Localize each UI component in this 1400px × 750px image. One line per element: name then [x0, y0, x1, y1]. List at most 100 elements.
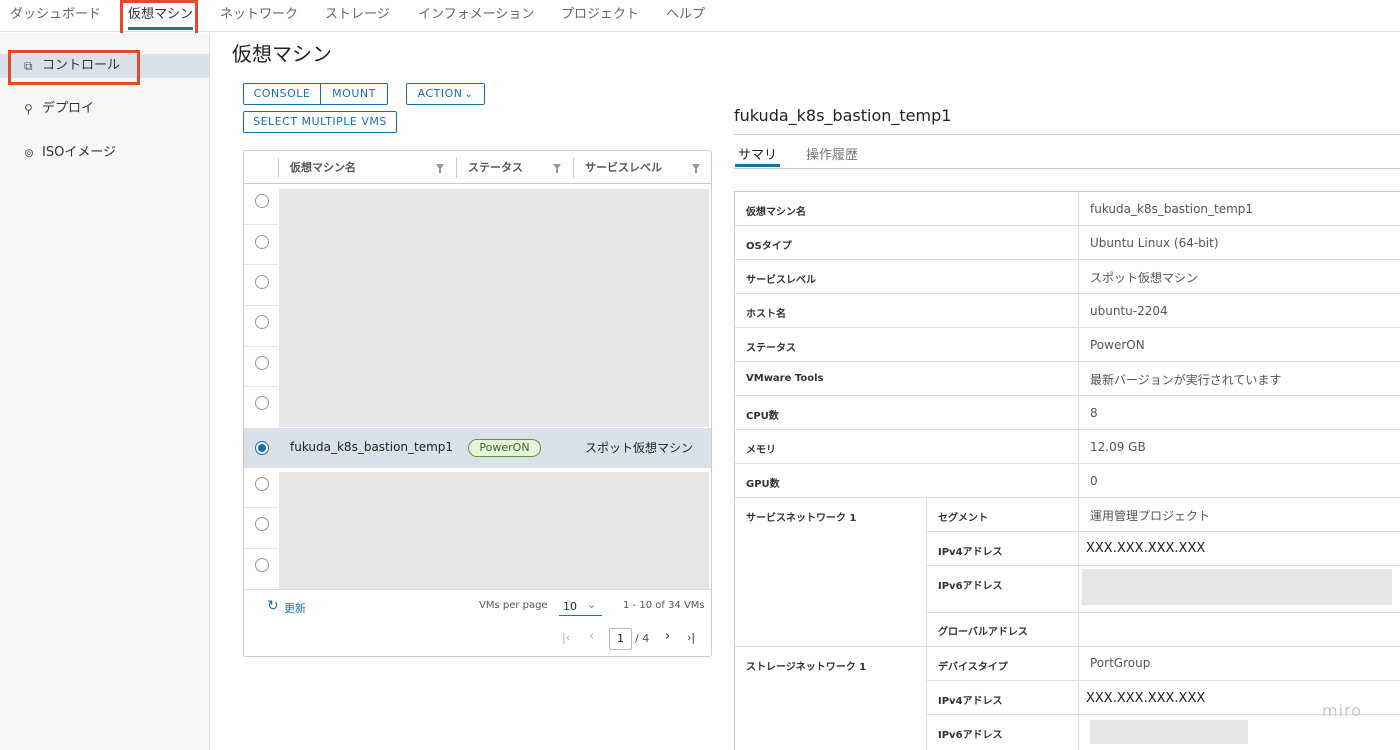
tab-information[interactable]: インフォメーション — [418, 0, 534, 32]
field-label: VMware Tools — [746, 373, 824, 384]
field-value: Ubuntu Linux (64-bit) — [1090, 236, 1219, 250]
sidebar-item-label: ISOイメージ — [42, 145, 117, 160]
copy-icon: ⧉ — [24, 59, 33, 73]
row-divider — [735, 497, 1400, 498]
field-value: XXX.XXX.XXX.XXX — [1086, 691, 1206, 706]
vm-grid: 仮想マシン名 ステータス サービスレベル fukuda_k8s_bastion_… — [243, 150, 712, 657]
tab-summary[interactable]: サマリ — [734, 144, 781, 167]
field-label: サービスレベル — [746, 275, 816, 286]
page-title: 仮想マシン — [232, 42, 332, 66]
sidebar-item-deploy[interactable]: ⚲ デプロイ — [0, 97, 209, 121]
row-divider — [244, 346, 278, 347]
mount-button[interactable]: MOUNT — [321, 84, 387, 104]
field-value: ubuntu-2204 — [1090, 304, 1168, 318]
service-level: スポット仮想マシン — [585, 441, 694, 455]
next-page-icon[interactable]: › — [665, 629, 670, 644]
first-page-icon[interactable]: |‹ — [562, 631, 570, 644]
console-mount-group: CONSOLE MOUNT — [243, 83, 388, 105]
column-divider — [926, 497, 927, 750]
filter-icon[interactable] — [553, 164, 561, 173]
column-header-status[interactable]: ステータス — [468, 151, 523, 184]
console-button[interactable]: CONSOLE — [244, 84, 320, 104]
row-radio[interactable] — [255, 517, 269, 531]
field-label: OSタイプ — [746, 241, 792, 252]
prev-page-icon[interactable]: ‹ — [589, 629, 594, 644]
field-label: GPU数 — [746, 479, 780, 490]
row-divider — [926, 612, 1400, 613]
sidebar: ⧉ コントロール ⚲ デプロイ ⊚ ISOイメージ — [0, 33, 210, 750]
filter-icon[interactable] — [692, 164, 700, 173]
tab-help[interactable]: ヘルプ — [666, 0, 705, 32]
field-value: PowerON — [1090, 338, 1145, 352]
header-separator — [456, 158, 457, 178]
field-label: IPv6アドレス — [938, 581, 1003, 592]
row-divider — [735, 361, 1400, 362]
field-value: 0 — [1090, 474, 1098, 488]
tab-project[interactable]: プロジェクト — [561, 0, 639, 32]
row-radio[interactable] — [255, 275, 269, 289]
filter-icon[interactable] — [436, 164, 444, 173]
sidebar-item-label: デプロイ — [42, 101, 95, 116]
field-value: スポット仮想マシン — [1090, 271, 1199, 285]
disc-icon: ⊚ — [24, 146, 35, 160]
row-radio[interactable] — [255, 396, 269, 410]
detail-title: fukuda_k8s_bastion_temp1 — [734, 106, 952, 125]
column-divider — [1078, 192, 1079, 750]
range-text: 1 - 10 of 34 VMs — [623, 600, 705, 611]
field-label: 仮想マシン名 — [746, 207, 806, 218]
row-divider — [735, 429, 1400, 430]
header-separator — [573, 158, 574, 178]
divider — [734, 134, 1400, 135]
page-input[interactable]: 1 — [609, 628, 632, 650]
field-label: CPU数 — [746, 411, 779, 422]
row-radio[interactable] — [255, 194, 269, 208]
summary-table: 仮想マシン名 fukuda_k8s_bastion_temp1 OSタイプ Ub… — [734, 191, 1400, 750]
field-label: ステータス — [746, 343, 796, 354]
sidebar-item-label: コントロール — [42, 58, 121, 73]
row-divider — [735, 293, 1400, 294]
refresh-icon[interactable]: ↻ — [267, 598, 279, 614]
row-radio[interactable] — [255, 477, 269, 491]
tab-vm[interactable]: 仮想マシン — [128, 0, 194, 32]
chevron-down-icon: ⌄ — [464, 89, 474, 100]
row-divider — [735, 463, 1400, 464]
per-page-select[interactable]: 10 ⌄ — [559, 598, 602, 616]
action-button[interactable]: ACTION ⌄ — [406, 83, 485, 105]
last-page-icon[interactable]: ›| — [687, 631, 695, 644]
tab-history[interactable]: 操作履歴 — [806, 144, 858, 163]
redacted-rows — [279, 189, 709, 427]
column-header-vm-name[interactable]: 仮想マシン名 — [290, 151, 356, 184]
sidebar-item-iso[interactable]: ⊚ ISOイメージ — [0, 141, 209, 165]
select-multiple-vms-button[interactable]: SELECT MULTIPLE VMS — [243, 111, 397, 133]
per-page-value: 10 — [563, 600, 577, 613]
row-radio-selected[interactable] — [255, 441, 269, 455]
sidebar-item-control[interactable]: ⧉ コントロール — [0, 54, 209, 78]
tab-storage[interactable]: ストレージ — [325, 0, 390, 32]
section-label-service-network: サービスネットワーク 1 — [746, 513, 857, 524]
row-radio[interactable] — [255, 315, 269, 329]
row-divider — [735, 259, 1400, 260]
row-radio[interactable] — [255, 356, 269, 370]
row-radio[interactable] — [255, 235, 269, 249]
header-separator — [278, 158, 279, 178]
row-divider — [244, 264, 278, 265]
field-label: IPv4アドレス — [938, 547, 1003, 558]
row-divider — [244, 305, 278, 306]
refresh-button[interactable]: 更新 — [284, 600, 306, 616]
field-label: メモリ — [746, 445, 776, 456]
row-divider — [735, 395, 1400, 396]
field-label: デバイスタイプ — [938, 662, 1008, 673]
table-row-selected[interactable]: fukuda_k8s_bastion_temp1 PowerON スポット仮想マ… — [244, 428, 711, 468]
field-value: 8 — [1090, 406, 1098, 420]
column-header-service-level[interactable]: サービスレベル — [585, 151, 662, 184]
field-value: fukuda_k8s_bastion_temp1 — [1090, 202, 1254, 216]
row-radio[interactable] — [255, 558, 269, 572]
field-label: IPv6アドレス — [938, 730, 1003, 741]
field-label: ホスト名 — [746, 309, 786, 320]
field-label: セグメント — [938, 513, 988, 524]
row-divider — [735, 327, 1400, 328]
grid-header: 仮想マシン名 ステータス サービスレベル — [244, 151, 711, 184]
row-divider — [244, 386, 278, 387]
tab-network[interactable]: ネットワーク — [220, 0, 298, 32]
tab-dashboard[interactable]: ダッシュボード — [10, 0, 101, 32]
